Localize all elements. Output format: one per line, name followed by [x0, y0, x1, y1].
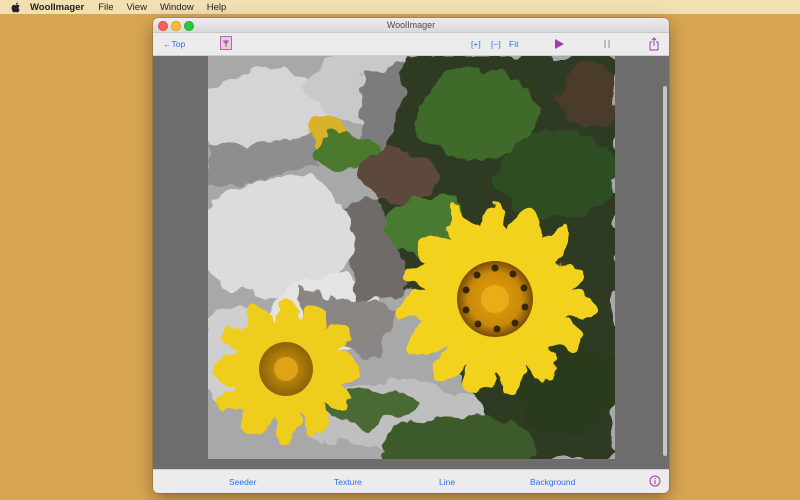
toolbar: ←Top [+] [−] Fit	[153, 33, 669, 56]
top-button[interactable]: ←Top	[163, 39, 185, 49]
app-window: WoolImager ←Top [+] [−] Fit Seeder Textu…	[153, 18, 669, 493]
zoom-out-button[interactable]: [−]	[491, 39, 501, 49]
tab-background[interactable]: Background	[530, 477, 575, 487]
tab-line[interactable]: Line	[439, 477, 455, 487]
menu-help[interactable]: Help	[207, 2, 227, 13]
bottom-tab-bar: Seeder Texture Line Background	[153, 469, 669, 493]
title-bar[interactable]: WoolImager	[153, 18, 669, 33]
vertical-scrollbar[interactable]	[663, 86, 667, 456]
tab-texture[interactable]: Texture	[334, 477, 362, 487]
play-icon[interactable]	[553, 38, 565, 50]
zoom-in-button[interactable]: [+]	[471, 39, 481, 49]
canvas-area[interactable]	[153, 56, 669, 469]
apple-icon[interactable]	[11, 1, 23, 13]
menu-app-name[interactable]: WoolImager	[30, 2, 84, 13]
menu-window[interactable]: Window	[160, 2, 194, 13]
menu-file[interactable]: File	[98, 2, 113, 13]
window-title: WoolImager	[386, 20, 436, 30]
menu-view[interactable]: View	[127, 2, 147, 13]
fit-button[interactable]: Fit	[509, 39, 518, 49]
menu-bar: WoolImager File View Window Help	[0, 0, 800, 14]
share-icon[interactable]	[648, 37, 660, 51]
painted-sunflowers-image[interactable]	[208, 56, 615, 459]
pause-icon[interactable]	[601, 38, 613, 50]
info-icon[interactable]	[649, 475, 661, 487]
image-thumbnail-icon[interactable]	[220, 36, 232, 50]
tab-seeder[interactable]: Seeder	[229, 477, 256, 487]
